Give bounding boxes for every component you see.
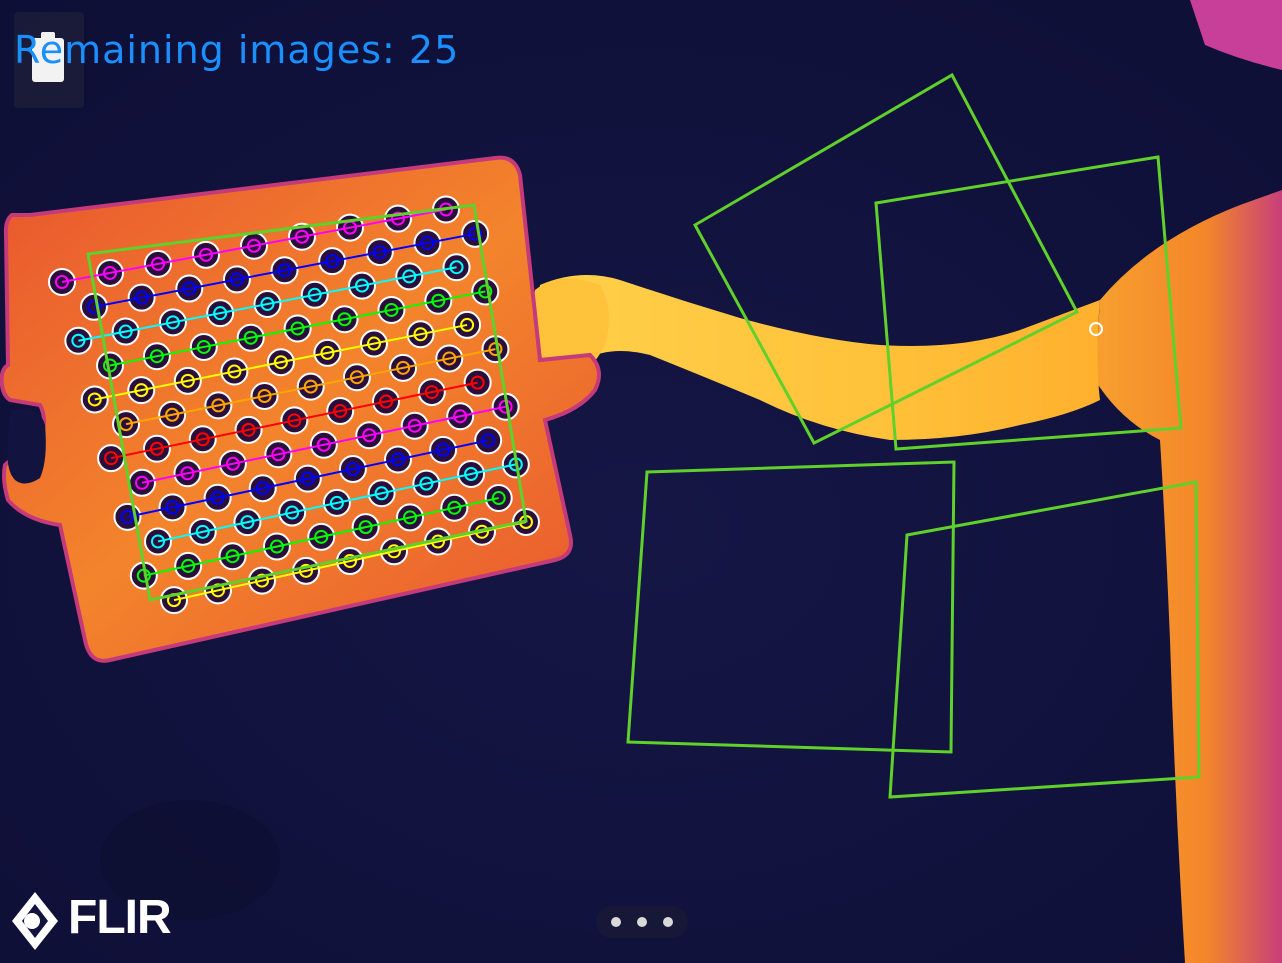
page-dot-1[interactable] <box>611 917 621 927</box>
page-dot-3[interactable] <box>663 917 673 927</box>
page-dot-2[interactable] <box>637 917 647 927</box>
flir-logo: FLIR <box>10 888 210 954</box>
remaining-images-label: Remaining images: 25 <box>14 28 460 72</box>
page-indicator[interactable] <box>596 906 688 938</box>
flir-diamond-icon <box>12 892 58 950</box>
thermal-image <box>0 0 1282 963</box>
thermal-camera-view: Remaining images: 25 FLIR <box>0 0 1282 963</box>
flir-logo-text: FLIR <box>68 891 172 944</box>
